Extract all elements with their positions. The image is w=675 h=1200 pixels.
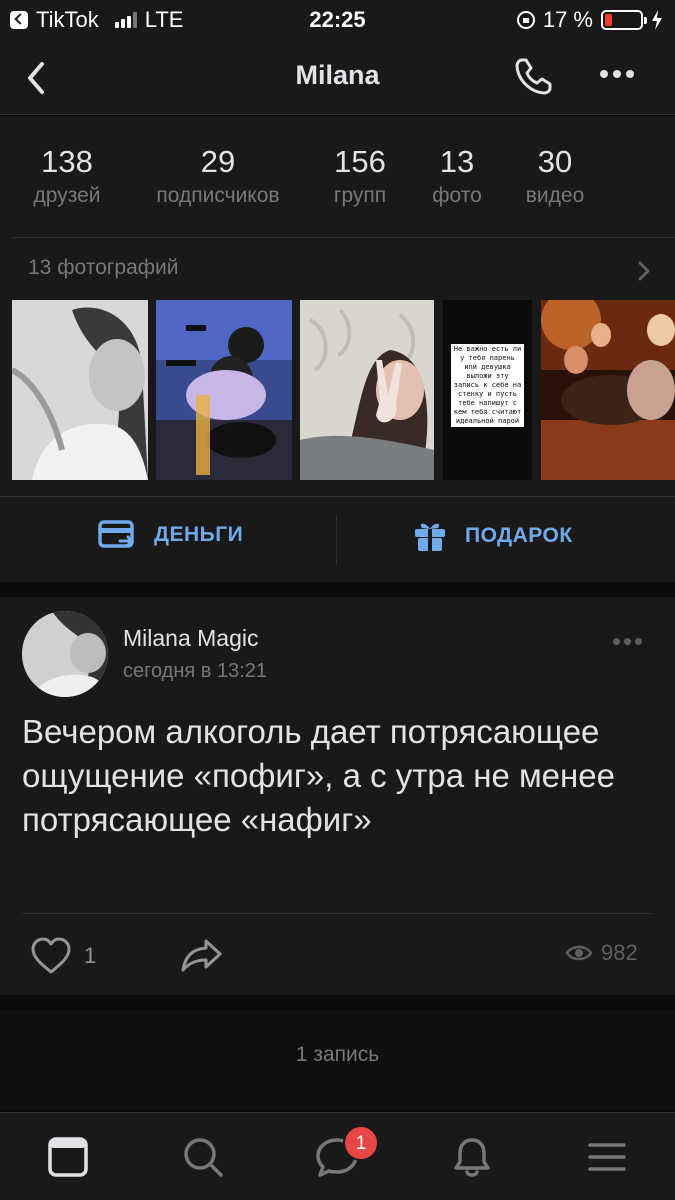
money-label: ДЕНЬГИ: [154, 523, 244, 546]
views-counter: 982: [565, 940, 638, 966]
counter-label: друзей: [33, 184, 101, 207]
heart-icon: [31, 937, 71, 974]
posts-count: 1 запись: [295, 1043, 380, 1066]
battery-level: [605, 14, 612, 26]
post-author[interactable]: Milana Magic: [123, 625, 259, 652]
more-horizontal-icon[interactable]: [600, 70, 634, 78]
news-feed-icon[interactable]: [46, 1135, 90, 1179]
post-date: сегодня в 13:21: [123, 660, 267, 682]
counter-label: фото: [432, 184, 482, 207]
post-text: Вечером алкоголь дает потрясающее ощущен…: [22, 713, 615, 838]
counter-value: 138: [41, 144, 93, 179]
chevron-right-icon[interactable]: [636, 260, 652, 282]
rotation-lock-icon: [516, 11, 535, 29]
counter-label: групп: [333, 184, 387, 207]
photo-thumbnail[interactable]: [541, 300, 675, 480]
money-transfer-icon: [98, 520, 135, 548]
top-nav-bar: Milana: [0, 40, 675, 115]
status-right: 17 %: [516, 7, 663, 33]
status-bar: TikTok LTE 22:25 17 %: [0, 0, 675, 40]
charging-icon: [652, 10, 662, 30]
photo-thumbnail[interactable]: [300, 300, 434, 480]
avatar[interactable]: [22, 611, 108, 697]
eye-icon: [565, 945, 593, 961]
bottom-tab-bar: 1: [0, 1112, 675, 1200]
wall-post: Milana Magic сегодня в 13:21 Вечером алк…: [0, 597, 675, 995]
notifications-bell-icon[interactable]: [450, 1135, 494, 1179]
photo-thumbnail[interactable]: [156, 300, 292, 480]
counter-friends[interactable]: 138 друзей: [26, 144, 108, 208]
story-text: Не важно есть ли у тебя парень или девуш…: [451, 344, 524, 427]
phone-icon[interactable]: [512, 54, 556, 98]
page-title: Milana: [295, 60, 380, 90]
counter-label: видео: [525, 184, 585, 207]
gift-label: ПОДАРОК: [465, 524, 573, 547]
actions-row: ДЕНЬГИ ПОДАРОК: [0, 496, 675, 582]
counter-value: 13: [439, 144, 475, 179]
counter-value: 29: [200, 144, 236, 179]
profile-panel: 138 друзей 29 подписчиков 156 групп 13 ф…: [0, 116, 675, 582]
menu-icon[interactable]: [585, 1135, 629, 1179]
battery-icon: [601, 10, 647, 30]
money-button[interactable]: ДЕНЬГИ: [98, 519, 243, 551]
counter-photos[interactable]: 13 фото: [426, 144, 488, 208]
more-horizontal-icon[interactable]: [613, 638, 642, 645]
posts-count-panel: 1 запись: [0, 1010, 675, 1110]
battery-percent: 17 %: [542, 7, 593, 32]
gift-icon: [415, 523, 445, 551]
counter-value: 156: [334, 144, 386, 179]
search-icon[interactable]: [181, 1135, 225, 1179]
divider: [336, 515, 337, 565]
counter-followers[interactable]: 29 подписчиков: [142, 144, 294, 208]
photo-thumbnail[interactable]: Не важно есть ли у тебя парень или девуш…: [443, 300, 532, 480]
counter-value: 30: [537, 144, 573, 179]
views-count: 982: [601, 940, 638, 965]
divider: [22, 913, 653, 914]
counter-videos[interactable]: 30 видео: [518, 144, 592, 208]
share-icon[interactable]: [180, 937, 224, 973]
like-button[interactable]: 1: [30, 937, 96, 975]
photos-heading[interactable]: 13 фотографий: [28, 256, 179, 280]
messages-badge: 1: [343, 1125, 379, 1161]
gift-button[interactable]: ПОДАРОК: [413, 519, 573, 553]
counter-label: подписчиков: [156, 184, 280, 207]
like-count: 1: [84, 943, 97, 968]
divider: [12, 237, 675, 238]
counter-groups[interactable]: 156 групп: [324, 144, 396, 208]
photo-thumbnail[interactable]: [12, 300, 148, 480]
